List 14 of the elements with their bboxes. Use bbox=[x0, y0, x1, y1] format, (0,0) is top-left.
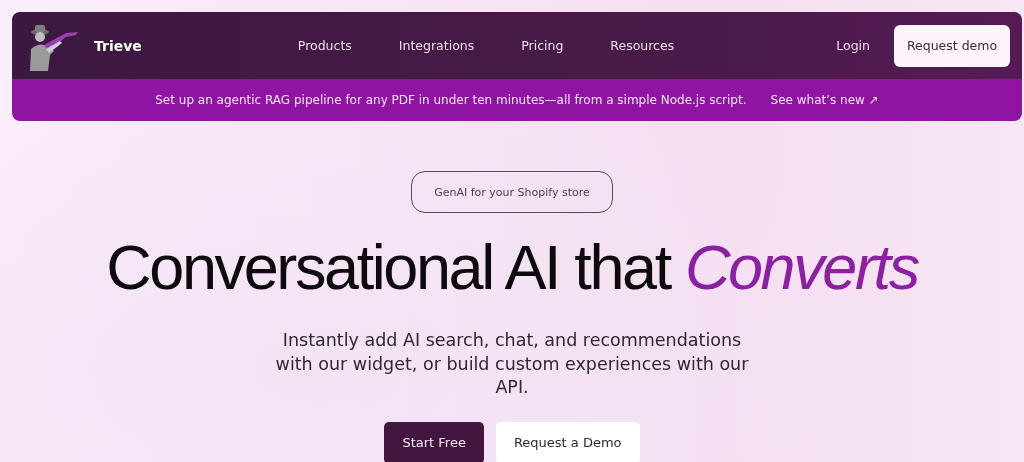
nav-link[interactable]: Pricing bbox=[511, 34, 574, 57]
request-demo-button[interactable]: Request demo bbox=[894, 24, 1010, 67]
start-free-button[interactable]: Start Free bbox=[384, 421, 484, 462]
see-whats-new-link[interactable]: See what’s new ↗ bbox=[770, 93, 879, 107]
brand-name: Trieve bbox=[94, 37, 142, 54]
hero-headline: Conversational AI that Converts bbox=[106, 231, 918, 303]
nav-link[interactable]: Integrations bbox=[388, 34, 485, 57]
login-link[interactable]: Login bbox=[836, 38, 870, 53]
request-a-demo-button[interactable]: Request a Demo bbox=[495, 421, 640, 462]
shopify-pill-link[interactable]: GenAI for your Shopify store bbox=[411, 171, 613, 213]
nav-link[interactable]: Resources bbox=[600, 34, 685, 57]
nav-link[interactable]: Products bbox=[287, 34, 362, 57]
hero-subtitle: Instantly add AI search, chat, and recommendations with our widget, or build custom experiences with our API. bbox=[274, 329, 750, 399]
announcement-text: Set up an agentic RAG pipeline for any PDF in under ten minutes—all from a simple Node.js script. bbox=[155, 93, 747, 107]
